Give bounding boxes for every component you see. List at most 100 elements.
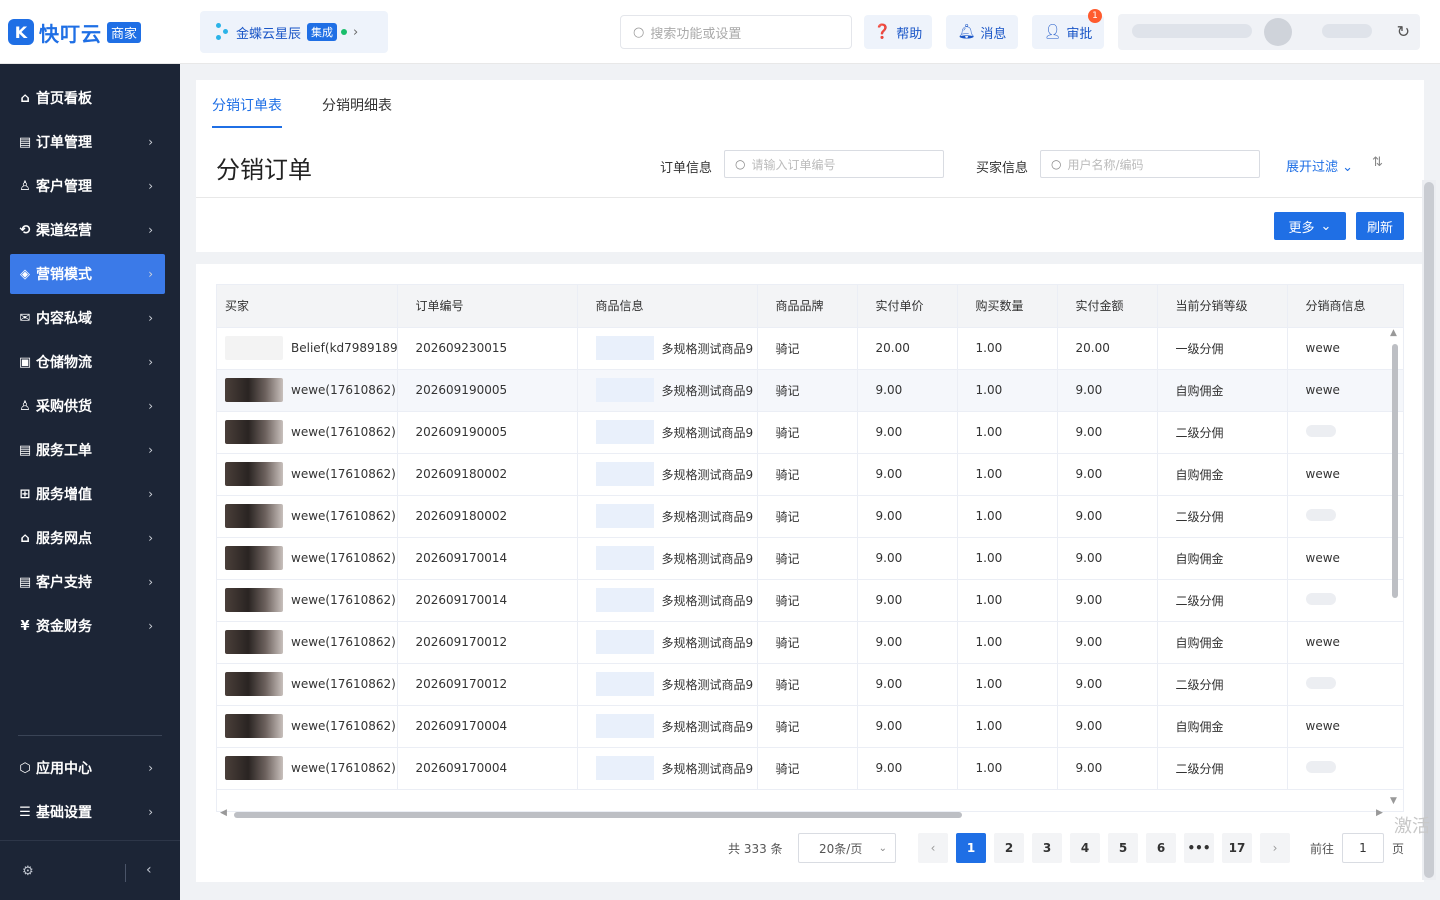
scrollbar-thumb[interactable] [1424,182,1434,878]
product-name: 多规格测试商品9 [661,467,754,482]
quantity-cell: 1.00 [957,495,1058,538]
product-name: 多规格测试商品9 [661,383,754,398]
goto-page-input[interactable]: 1 [1342,833,1384,863]
prev-page-button[interactable]: ‹ [918,833,948,863]
table-row[interactable]: wewe(17610862) 202609190005 多规格测试商品9 骑记 … [217,411,1403,454]
table-row[interactable]: wewe(17610862) 202609190005 多规格测试商品9 骑记 … [217,369,1403,412]
sidebar-item[interactable]: ⌂ 服务网点 › [10,518,165,558]
product-cell: 多规格测试商品9 [577,705,758,748]
buyer-name: wewe(17610862) [291,719,396,733]
table-row[interactable]: wewe(17610862) 202609170004 多规格测试商品9 骑记 … [217,747,1403,790]
messages-button[interactable]: 🔔︎ 消息 [946,15,1018,49]
sidebar-item[interactable]: ✉ 内容私域 › [10,298,165,338]
scrollbar-thumb[interactable] [1392,344,1398,598]
chevron-right-icon: › [1272,841,1278,855]
avatar [225,588,283,612]
gear-icon[interactable]: ⚙ [22,864,34,879]
help-button[interactable]: ❓ 帮助 [864,15,932,49]
sidebar-item[interactable]: ▤ 订单管理 › [10,122,165,162]
page-scrollbar[interactable] [1422,180,1436,880]
order-filter-label: 订单信息 [660,161,713,176]
sidebar-item[interactable]: ⊞ 服务增值 › [10,474,165,514]
supplier-icon: ♙ [19,398,31,414]
user-account-area[interactable]: ↻ [1118,14,1420,50]
scroll-right-icon[interactable]: ▶ [1376,808,1383,818]
page-size-select[interactable]: 20条/页 ⌄ [798,833,896,863]
global-search-input[interactable]: ○ 搜索功能或设置 [620,15,852,49]
page-button[interactable]: 2 [994,833,1024,863]
page-button[interactable]: 4 [1070,833,1100,863]
table-row[interactable]: wewe(17610862) 202609180002 多规格测试商品9 骑记 … [217,453,1403,496]
more-button[interactable]: 更多 ⌄ [1274,212,1346,240]
logo[interactable]: K 快叮云 商家 [8,18,142,46]
product-cell: 多规格测试商品9 [577,495,758,538]
table-row[interactable]: wewe(17610862) 202609170012 多规格测试商品9 骑记 … [217,663,1403,706]
help-icon: ❓ [873,24,892,40]
scroll-left-icon[interactable]: ◀ [220,808,227,818]
product-thumbnail [595,672,654,696]
page-button[interactable]: 5 [1108,833,1138,863]
amount-cell: 9.00 [1057,411,1158,454]
buyer-name: wewe(17610862) [291,677,396,691]
scrollbar-thumb[interactable] [234,812,962,818]
refresh-icon[interactable]: ↻ [1397,22,1410,41]
sidebar-item[interactable]: ⟲ 渠道经营 › [10,210,165,250]
more-pages-button[interactable]: ••• [1184,833,1214,863]
sidebar-item[interactable]: ▤ 服务工单 › [10,430,165,470]
product-thumbnail [595,588,654,612]
approval-button[interactable]: 👤︎ 审批 1 [1032,9,1104,49]
chevron-right-icon: › [148,355,153,369]
amount-cell: 20.00 [1057,327,1158,370]
table-row[interactable]: wewe(17610862) 202609170014 多规格测试商品9 骑记 … [217,579,1403,622]
scroll-up-icon[interactable]: ▲ [1390,328,1397,338]
order-number-cell: 202609170014 [397,579,578,622]
sidebar-item[interactable]: ▣ 仓储物流 › [10,342,165,382]
pagination: 共 333 条 20条/页 ⌄ ‹ 1 2 3 4 5 6 ••• 17 › 前往 1 页 [196,832,1424,864]
sidebar-item[interactable]: ♙ 采购供货 › [10,386,165,426]
refresh-button[interactable]: 刷新 [1356,212,1404,240]
table-horizontal-scrollbar[interactable]: ◀ ▶ [216,808,1386,822]
distributor-name: wewe [1305,551,1340,565]
table-row[interactable]: wewe(17610862) 202609170014 多规格测试商品9 骑记 … [217,537,1403,580]
sidebar-item[interactable]: ⌂ 首页看板 [10,78,165,118]
sidebar-item[interactable]: ▤ 客户支持 › [10,562,165,602]
next-page-button[interactable]: › [1260,833,1290,863]
buyer-info-placeholder: 用户名称/编码 [1067,157,1144,172]
sidebar-item-label: 客户支持 [36,575,92,591]
page-button[interactable]: 17 [1222,833,1252,863]
sidebar-item[interactable]: ♙ 客户管理 › [10,166,165,206]
buyer-info-input[interactable]: ○ 用户名称/编码 [1040,150,1260,178]
table-row[interactable]: wewe(17610862) 202609170012 多规格测试商品9 骑记 … [217,621,1403,664]
sidebar-item[interactable]: ☰ 基础设置 › [10,792,165,832]
brand-cell: 骑记 [757,747,858,790]
sidebar-item[interactable]: ⬡ 应用中心 › [10,748,165,788]
approval-label: 审批 [1066,26,1093,42]
table-row[interactable]: Belief(kd79891899) 202609230015 多规格测试商品9… [217,327,1403,370]
expand-filters-button[interactable]: 展开过滤 ⌄ [1286,156,1353,175]
scroll-down-icon[interactable]: ▼ [1390,796,1397,806]
sidebar-item-label: 服务网点 [36,531,92,547]
table-row[interactable]: wewe(17610862) 202609170004 多规格测试商品9 骑记 … [217,705,1403,748]
sidebar-item-label: 应用中心 [36,761,92,777]
sidebar-item[interactable]: ¥ 资金财务 › [10,606,165,646]
product-cell: 多规格测试商品9 [577,621,758,664]
tab-distribution-details[interactable]: 分销明细表 [322,80,392,130]
amount-cell: 9.00 [1057,369,1158,412]
amount-cell: 9.00 [1057,705,1158,748]
distribution-level-cell: 自购佣金 [1157,369,1288,412]
tab-distribution-orders[interactable]: 分销订单表 [212,80,282,130]
page-button[interactable]: 3 [1032,833,1062,863]
page-button[interactable]: 1 [956,833,986,863]
chevron-down-icon: ⌄ [1342,160,1354,175]
product-thumbnail [595,756,654,780]
table-row[interactable]: wewe(17610862) 202609180002 多规格测试商品9 骑记 … [217,495,1403,538]
order-number-input[interactable]: ○ 请输入订单编号 [724,150,944,178]
sort-icon[interactable]: ⇅ [1372,155,1383,170]
brand-switcher[interactable]: 金蝶云星辰 集成 › [200,11,388,53]
sidebar-item[interactable]: ◈ 营销模式 › [10,254,165,294]
buyer-cell: wewe(17610862) [217,663,398,706]
cube-icon: ⬡ [19,760,31,776]
collapse-sidebar-icon[interactable]: ‹ [146,862,152,878]
table-vertical-scrollbar[interactable]: ▲ ▼ [1389,328,1401,808]
page-button[interactable]: 6 [1146,833,1176,863]
